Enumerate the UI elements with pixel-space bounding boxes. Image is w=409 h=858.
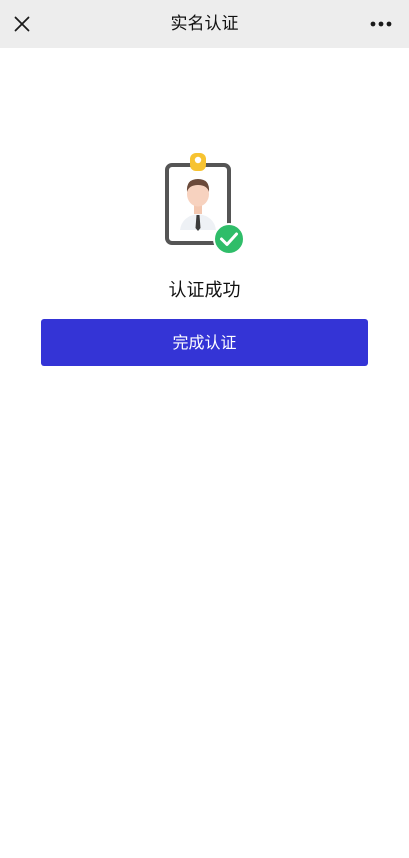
top-nav-bar: 实名认证 bbox=[0, 0, 409, 48]
verification-screen: 实名认证 认证成功 完成认证 bbox=[0, 0, 409, 858]
complete-verification-button[interactable]: 完成认证 bbox=[41, 319, 368, 366]
verification-status-text: 认证成功 bbox=[168, 280, 241, 301]
more-options-button[interactable] bbox=[363, 8, 399, 40]
more-icon bbox=[370, 21, 392, 27]
id-badge-verified-icon bbox=[165, 153, 245, 255]
page-title: 实名认证 bbox=[170, 14, 239, 34]
